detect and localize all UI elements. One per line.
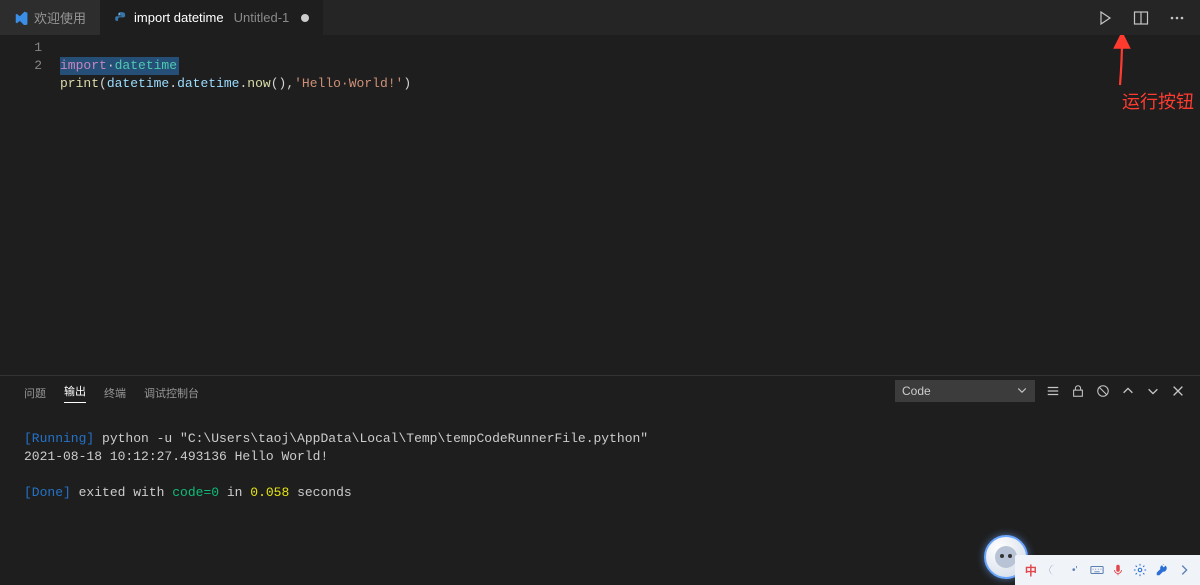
output-channel-value: Code bbox=[902, 384, 931, 398]
annotation-arrow bbox=[1108, 35, 1138, 94]
lock-icon[interactable] bbox=[1070, 383, 1086, 399]
editor-actions bbox=[1082, 0, 1200, 35]
chevron-down-icon bbox=[1016, 384, 1028, 399]
tab-filename: Untitled-1 bbox=[234, 10, 290, 25]
annotation-label: 运行按钮 bbox=[1122, 88, 1194, 114]
modified-dot-icon bbox=[301, 14, 309, 22]
tool-icon[interactable] bbox=[1154, 562, 1170, 578]
panel-tab-terminal[interactable]: 终端 bbox=[104, 385, 126, 401]
tab-untitled-1[interactable]: import datetime Untitled-1 bbox=[100, 0, 323, 35]
tab-welcome-label: 欢迎使用 bbox=[34, 8, 86, 27]
clear-output-icon[interactable] bbox=[1095, 383, 1111, 399]
output-channel-select[interactable]: Code bbox=[895, 380, 1035, 402]
list-icon[interactable] bbox=[1045, 383, 1061, 399]
moon-icon[interactable] bbox=[1045, 562, 1061, 578]
code-line-1: import·datetime bbox=[60, 57, 179, 75]
output-content[interactable]: [Running] python -u "C:\Users\taoj\AppDa… bbox=[24, 406, 1200, 520]
line-number-gutter: 1 2 bbox=[12, 35, 60, 375]
ime-taskbar[interactable]: 中 •' bbox=[1015, 555, 1200, 585]
code-content[interactable]: import·datetime print(datetime.datetime.… bbox=[60, 35, 411, 375]
output-line: [Done] exited with code=0 in 0.058 secon… bbox=[24, 485, 352, 500]
keyboard-icon[interactable] bbox=[1089, 562, 1105, 578]
panel-action-icons bbox=[1045, 383, 1186, 399]
code-line-2: print(datetime.datetime.now(),'Hello·Wor… bbox=[60, 76, 411, 91]
panel-tab-debug[interactable]: 调试控制台 bbox=[144, 385, 199, 401]
more-actions-icon[interactable] bbox=[1166, 7, 1188, 29]
output-line: [Running] python -u "C:\Users\taoj\AppDa… bbox=[24, 431, 648, 446]
tab-title-prefix: import datetime bbox=[134, 10, 224, 25]
vscode-icon bbox=[14, 11, 28, 25]
chevron-down-icon[interactable] bbox=[1145, 383, 1161, 399]
close-panel-icon[interactable] bbox=[1170, 383, 1186, 399]
collapse-icon[interactable] bbox=[1176, 562, 1192, 578]
ime-mode-label[interactable]: 中 bbox=[1023, 562, 1039, 578]
editor-tab-bar: 欢迎使用 import datetime Untitled-1 bbox=[0, 0, 1200, 35]
python-file-icon bbox=[114, 11, 128, 25]
mic-icon[interactable] bbox=[1111, 562, 1127, 578]
panel-tab-output[interactable]: 输出 bbox=[64, 383, 86, 403]
output-line: 2021-08-18 10:12:27.493136 Hello World! bbox=[24, 449, 328, 464]
panel-tab-problems[interactable]: 问题 bbox=[24, 385, 46, 401]
settings-icon[interactable] bbox=[1132, 562, 1148, 578]
panel-toolbar: Code bbox=[895, 380, 1186, 402]
run-button[interactable] bbox=[1094, 7, 1116, 29]
line-number: 2 bbox=[12, 57, 42, 75]
code-editor[interactable]: 1 2 import·datetime print(datetime.datet… bbox=[0, 35, 1200, 375]
tab-welcome[interactable]: 欢迎使用 bbox=[0, 0, 100, 35]
line-number: 1 bbox=[12, 39, 42, 57]
chevron-up-icon[interactable] bbox=[1120, 383, 1136, 399]
split-editor-icon[interactable] bbox=[1130, 7, 1152, 29]
punctuation-icon[interactable]: •' bbox=[1067, 562, 1083, 578]
